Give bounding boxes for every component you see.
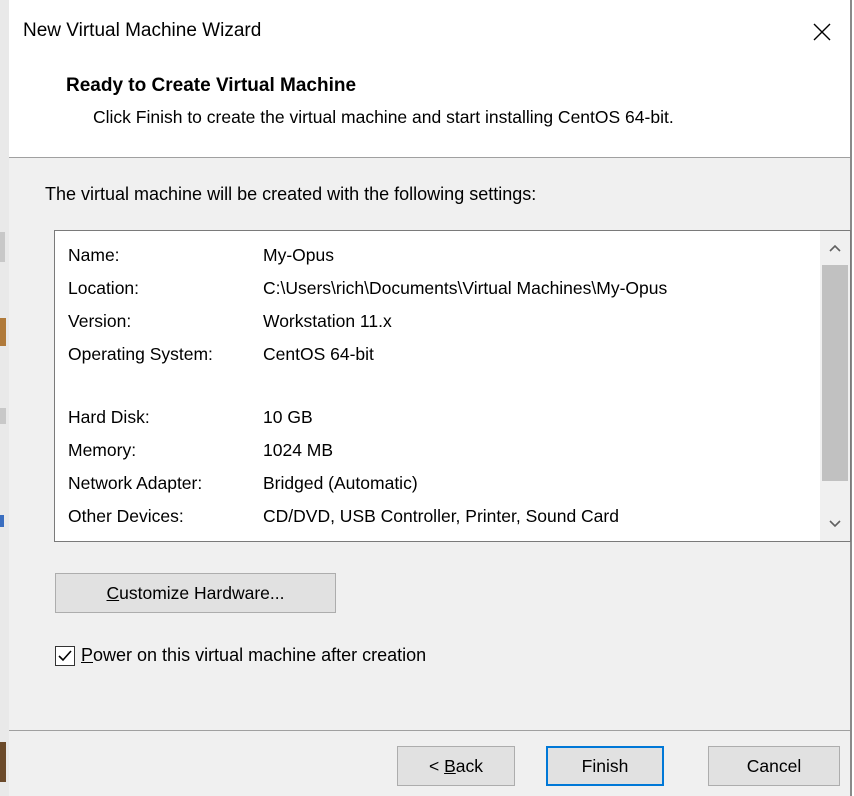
setting-value: 1024 MB <box>263 440 334 460</box>
setting-row-memory: Memory: 1024 MB <box>68 434 667 467</box>
setting-row-hard-disk: Hard Disk: 10 GB <box>68 401 667 434</box>
setting-value: C:\Users\rich\Documents\Virtual Machines… <box>263 278 668 298</box>
setting-key: Hard Disk: <box>68 407 150 427</box>
checkmark-icon <box>58 649 72 661</box>
settings-summary-list[interactable]: Name: My-Opus Location: C:\Users\rich\Do… <box>54 230 851 542</box>
power-on-checkbox[interactable] <box>55 645 75 666</box>
page-subtitle: Click Finish to create the virtual machi… <box>93 107 674 127</box>
setting-row-name: Name: My-Opus <box>68 239 667 272</box>
window-title: New Virtual Machine Wizard <box>23 20 262 41</box>
finish-button[interactable]: Finish <box>546 746 664 786</box>
setting-value: CentOS 64-bit <box>263 344 374 364</box>
customize-hardware-label: Customize Hardware... <box>106 582 285 603</box>
setting-row-network: Network Adapter: Bridged (Automatic) <box>68 467 667 500</box>
setting-key: Operating System: <box>68 344 213 364</box>
setting-value: My-Opus <box>263 245 334 265</box>
setting-row-os: Operating System: CentOS 64-bit <box>68 338 667 371</box>
cancel-button[interactable]: Cancel <box>708 746 840 786</box>
setting-key: Memory: <box>68 440 137 460</box>
setting-key: Other Devices: <box>68 506 184 526</box>
setting-row-other-devices: Other Devices: CD/DVD, USB Controller, P… <box>68 500 667 533</box>
scroll-up-button[interactable] <box>820 233 850 263</box>
close-icon <box>813 23 831 41</box>
vertical-scrollbar[interactable] <box>820 231 850 541</box>
setting-row-version: Version: Workstation 11.x <box>68 305 667 338</box>
setting-value: Bridged (Automatic) <box>263 473 418 493</box>
chevron-up-icon <box>829 244 841 252</box>
setting-key: Version: <box>68 311 132 331</box>
power-on-label: Power on this virtual machine after crea… <box>81 645 427 665</box>
wizard-dialog: New Virtual Machine Wizard Ready to Crea… <box>9 0 852 796</box>
setting-value: 10 GB <box>263 407 313 427</box>
title-bar: New Virtual Machine Wizard <box>9 0 850 64</box>
footer-divider <box>9 730 850 731</box>
back-button[interactable]: < Back <box>397 746 515 786</box>
chevron-down-icon <box>829 520 841 528</box>
page-title: Ready to Create Virtual Machine <box>66 75 357 96</box>
power-on-option[interactable]: Power on this virtual machine after crea… <box>55 645 426 666</box>
background-window-edge <box>0 0 9 796</box>
back-label: < Back <box>428 755 483 776</box>
setting-value: Workstation 11.x <box>263 311 392 331</box>
setting-key: Location: <box>68 278 140 298</box>
scroll-down-button[interactable] <box>820 509 850 539</box>
settings-spacer <box>68 371 667 401</box>
setting-key: Network Adapter: <box>68 473 203 493</box>
setting-row-location: Location: C:\Users\rich\Documents\Virtua… <box>68 272 667 305</box>
settings-intro-label: The virtual machine will be created with… <box>45 184 537 204</box>
wizard-header: Ready to Create Virtual Machine Click Fi… <box>9 64 850 158</box>
setting-key: Name: <box>68 245 120 265</box>
scroll-thumb[interactable] <box>822 265 848 481</box>
customize-hardware-button[interactable]: Customize Hardware... <box>55 573 336 613</box>
settings-rows: Name: My-Opus Location: C:\Users\rich\Do… <box>68 239 667 533</box>
close-button[interactable] <box>794 0 850 64</box>
setting-value: CD/DVD, USB Controller, Printer, Sound C… <box>263 506 619 526</box>
